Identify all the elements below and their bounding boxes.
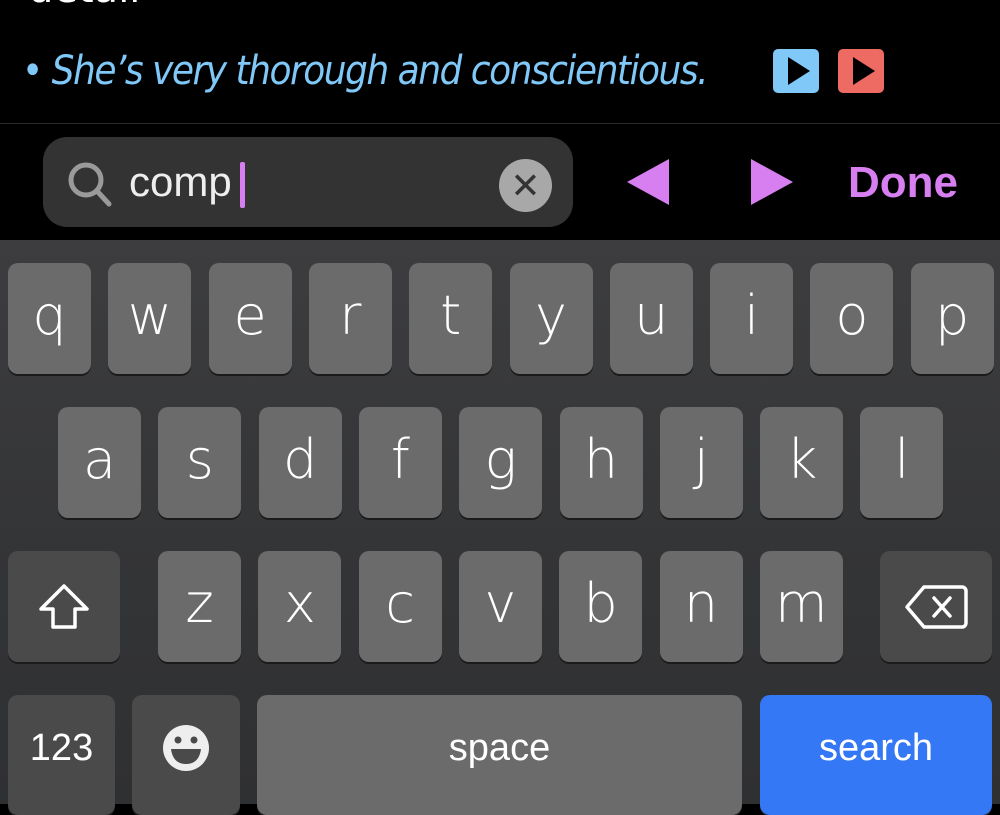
key-s[interactable]: s <box>158 407 242 518</box>
key-n[interactable]: n <box>659 551 743 662</box>
done-button[interactable]: Done <box>848 158 958 208</box>
key-j[interactable]: j <box>659 407 743 518</box>
divider <box>0 123 1000 124</box>
key-v[interactable]: v <box>458 551 542 662</box>
key-r[interactable]: r <box>308 263 392 374</box>
key-z[interactable]: z <box>158 551 241 662</box>
find-search-field[interactable]: ✕ <box>43 137 573 227</box>
sentence-text: She’s very thorough and conscientious. <box>51 48 709 94</box>
text-cursor <box>240 162 245 208</box>
next-triangle-icon[interactable] <box>751 159 793 205</box>
key-g[interactable]: g <box>459 407 543 518</box>
key-m[interactable]: m <box>759 551 843 662</box>
key-q[interactable]: q <box>8 263 91 374</box>
key-h[interactable]: h <box>559 407 643 518</box>
key-w[interactable]: w <box>108 263 192 374</box>
key-c[interactable]: c <box>358 551 442 662</box>
key-e[interactable]: e <box>208 263 292 374</box>
emoji-key[interactable] <box>132 695 240 815</box>
search-icon <box>68 162 112 207</box>
space-key[interactable]: space <box>257 695 742 815</box>
key-d[interactable]: d <box>258 407 342 518</box>
key-a[interactable]: a <box>58 407 141 518</box>
play-audio-blue-button[interactable] <box>773 49 819 93</box>
shift-key[interactable] <box>8 551 120 662</box>
key-x[interactable]: x <box>258 551 342 662</box>
delete-key[interactable] <box>880 551 992 662</box>
key-p[interactable]: p <box>910 263 994 374</box>
example-sentence: • She’s very thorough and conscientious. <box>22 48 709 94</box>
previous-text-line: detail <box>28 0 140 12</box>
key-y[interactable]: y <box>509 263 593 374</box>
key-b[interactable]: b <box>559 551 643 662</box>
previous-triangle-icon[interactable] <box>627 159 669 205</box>
delete-icon <box>905 584 968 629</box>
clear-icon[interactable]: ✕ <box>499 159 552 212</box>
key-o[interactable]: o <box>810 263 894 374</box>
bullet: • <box>22 48 43 94</box>
emoji-icon <box>163 725 209 771</box>
find-input[interactable] <box>129 155 489 209</box>
shift-icon <box>39 583 89 629</box>
key-i[interactable]: i <box>710 263 794 374</box>
key-u[interactable]: u <box>609 263 693 374</box>
numbers-key[interactable]: 123 <box>8 695 115 815</box>
key-t[interactable]: t <box>409 263 493 374</box>
play-audio-red-button[interactable] <box>838 49 884 93</box>
key-f[interactable]: f <box>358 407 442 518</box>
search-key[interactable]: search <box>760 695 992 815</box>
key-k[interactable]: k <box>760 407 844 518</box>
key-l[interactable]: l <box>860 407 944 518</box>
